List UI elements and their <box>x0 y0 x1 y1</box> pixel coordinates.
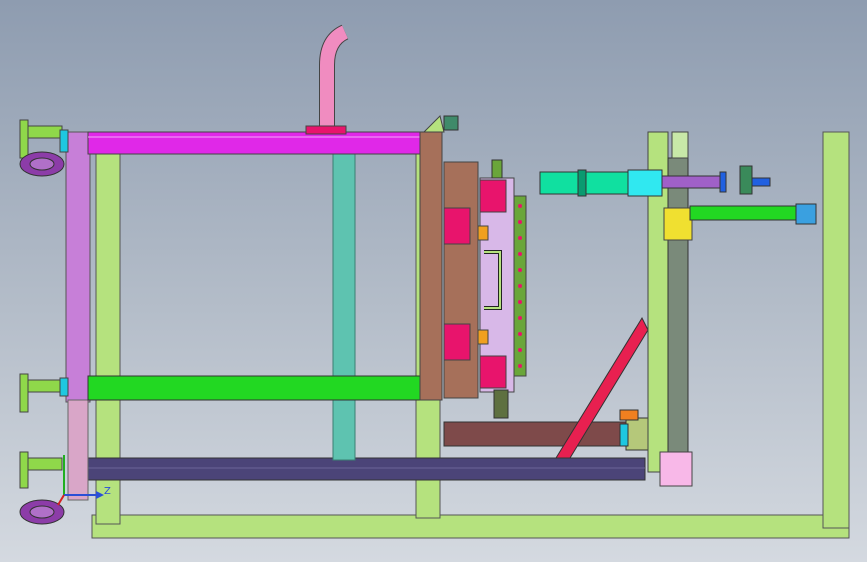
brown-plate[interactable] <box>419 131 443 401</box>
base-frame-right-post[interactable] <box>822 131 850 529</box>
mold-assembly[interactable] <box>443 159 527 419</box>
caster-wheel-top[interactable] <box>19 151 65 177</box>
cad-viewport[interactable]: Z <box>0 0 867 562</box>
triad-z-label: Z <box>104 486 111 497</box>
right-green-bar[interactable] <box>689 205 799 221</box>
pink-base-block[interactable] <box>659 451 693 487</box>
navy-bottom-beam[interactable] <box>84 457 646 481</box>
base-frame-bottom-rail[interactable] <box>91 514 850 539</box>
top-bracket[interactable] <box>422 115 445 133</box>
pink-pipe[interactable] <box>305 24 349 135</box>
top-magenta-beam[interactable] <box>87 131 425 155</box>
left-lower-column[interactable] <box>67 399 89 501</box>
middle-green-beam[interactable] <box>87 375 425 401</box>
top-bracket-block[interactable] <box>443 115 459 131</box>
cylinder-assembly[interactable] <box>539 165 771 197</box>
cad-model-drawing[interactable] <box>0 0 867 562</box>
caster-wheel-bottom[interactable] <box>19 499 65 525</box>
teal-column[interactable] <box>332 152 356 461</box>
left-lilac-column[interactable] <box>65 131 91 403</box>
brown-arm[interactable] <box>443 421 629 447</box>
